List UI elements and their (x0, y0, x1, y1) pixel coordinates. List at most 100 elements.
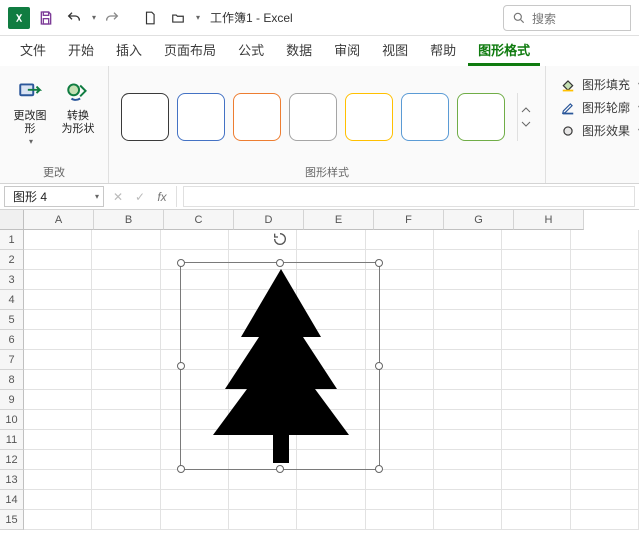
style-swatch-1[interactable] (121, 93, 169, 141)
tab-insert[interactable]: 插入 (106, 38, 152, 66)
new-file-icon[interactable] (138, 6, 162, 30)
col-header[interactable]: G (444, 210, 514, 230)
fx-icon[interactable]: fx (152, 187, 172, 207)
resize-handle-nw[interactable] (177, 259, 185, 267)
cell[interactable] (92, 230, 160, 250)
shape-outline-button[interactable]: 图形轮廓▾ (560, 99, 639, 116)
row-header[interactable]: 15 (0, 510, 24, 530)
cell[interactable] (92, 370, 160, 390)
cell[interactable] (502, 490, 570, 510)
tab-view[interactable]: 视图 (372, 38, 418, 66)
resize-handle-n[interactable] (276, 259, 284, 267)
cell[interactable] (571, 510, 639, 530)
style-swatch-6[interactable] (401, 93, 449, 141)
resize-handle-e[interactable] (375, 362, 383, 370)
change-shape-button[interactable]: 更改图 形 ▾ (8, 72, 52, 150)
cell[interactable] (571, 490, 639, 510)
col-header[interactable]: A (24, 210, 94, 230)
cell[interactable] (571, 410, 639, 430)
col-header[interactable]: F (374, 210, 444, 230)
row-header[interactable]: 13 (0, 470, 24, 490)
col-header[interactable]: E (304, 210, 374, 230)
cell[interactable] (297, 470, 365, 490)
row-header[interactable]: 7 (0, 350, 24, 370)
cell[interactable] (502, 310, 570, 330)
cell[interactable] (24, 510, 92, 530)
cell[interactable] (92, 470, 160, 490)
cell[interactable] (161, 490, 229, 510)
cell[interactable] (502, 230, 570, 250)
tab-home[interactable]: 开始 (58, 38, 104, 66)
cell[interactable] (24, 290, 92, 310)
undo-icon[interactable] (62, 6, 86, 30)
row-header[interactable]: 11 (0, 430, 24, 450)
cell[interactable] (24, 370, 92, 390)
cell[interactable] (434, 230, 502, 250)
cell[interactable] (502, 450, 570, 470)
cell[interactable] (24, 470, 92, 490)
cell[interactable] (502, 270, 570, 290)
cell[interactable] (92, 330, 160, 350)
cell[interactable] (161, 510, 229, 530)
tab-page-layout[interactable]: 页面布局 (154, 38, 226, 66)
cell[interactable] (229, 470, 297, 490)
search-input[interactable]: 搜索 (503, 5, 631, 31)
col-header[interactable]: C (164, 210, 234, 230)
cell[interactable] (502, 350, 570, 370)
tab-shape-format[interactable]: 图形格式 (468, 38, 540, 66)
resize-handle-w[interactable] (177, 362, 185, 370)
cell[interactable] (502, 430, 570, 450)
rotation-handle[interactable] (272, 231, 288, 247)
row-header[interactable]: 2 (0, 250, 24, 270)
cell[interactable] (502, 510, 570, 530)
cell[interactable] (434, 450, 502, 470)
cell[interactable] (434, 350, 502, 370)
selected-shape[interactable] (180, 262, 380, 470)
row-header[interactable]: 9 (0, 390, 24, 410)
convert-to-shape-button[interactable]: 转换 为形状 (56, 72, 100, 150)
cell[interactable] (571, 450, 639, 470)
row-header[interactable]: 12 (0, 450, 24, 470)
row-header[interactable]: 4 (0, 290, 24, 310)
redo-icon[interactable] (100, 6, 124, 30)
cell[interactable] (92, 250, 160, 270)
cell[interactable] (297, 510, 365, 530)
formula-input[interactable] (183, 186, 635, 207)
cell[interactable] (24, 430, 92, 450)
cell[interactable] (92, 490, 160, 510)
tab-help[interactable]: 帮助 (420, 38, 466, 66)
row-header[interactable]: 10 (0, 410, 24, 430)
cell[interactable] (571, 270, 639, 290)
resize-handle-sw[interactable] (177, 465, 185, 473)
style-swatch-2[interactable] (177, 93, 225, 141)
cell[interactable] (24, 310, 92, 330)
cell[interactable] (92, 390, 160, 410)
tab-file[interactable]: 文件 (10, 38, 56, 66)
cell[interactable] (92, 290, 160, 310)
resize-handle-s[interactable] (276, 465, 284, 473)
resize-handle-ne[interactable] (375, 259, 383, 267)
cell[interactable] (24, 410, 92, 430)
cell[interactable] (434, 410, 502, 430)
cell[interactable] (571, 230, 639, 250)
row-header[interactable]: 3 (0, 270, 24, 290)
cell[interactable] (92, 430, 160, 450)
col-header[interactable]: B (94, 210, 164, 230)
cell[interactable] (434, 470, 502, 490)
cell[interactable] (434, 310, 502, 330)
cell[interactable] (24, 490, 92, 510)
cell[interactable] (502, 390, 570, 410)
style-swatch-3[interactable] (233, 93, 281, 141)
style-swatch-5[interactable] (345, 93, 393, 141)
cell[interactable] (24, 230, 92, 250)
cell[interactable] (229, 510, 297, 530)
cell[interactable] (92, 350, 160, 370)
cell[interactable] (92, 510, 160, 530)
cell[interactable] (366, 230, 434, 250)
shape-effects-button[interactable]: 图形效果▾ (560, 122, 639, 139)
cell[interactable] (571, 430, 639, 450)
cell[interactable] (229, 490, 297, 510)
cell[interactable] (434, 490, 502, 510)
row-header[interactable]: 8 (0, 370, 24, 390)
row-header[interactable]: 14 (0, 490, 24, 510)
